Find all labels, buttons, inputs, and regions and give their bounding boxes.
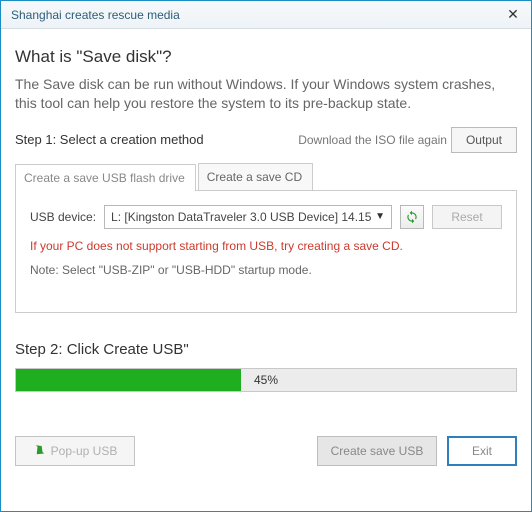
tab-usb[interactable]: Create a save USB flash drive: [15, 164, 196, 191]
content-area: What is "Save disk"? The Save disk can b…: [1, 29, 531, 511]
create-usb-button[interactable]: Create save USB: [317, 436, 437, 466]
progress-bar: 45%: [15, 368, 517, 392]
page-description: The Save disk can be run without Windows…: [15, 75, 517, 113]
usb-device-select[interactable]: L: [Kingston DataTraveler 3.0 USB Device…: [104, 205, 392, 229]
refresh-icon: [405, 210, 419, 224]
page-heading: What is "Save disk"?: [15, 47, 517, 67]
window-title: Shanghai creates rescue media: [11, 8, 501, 22]
step1-row: Step 1: Select a creation method Downloa…: [15, 127, 517, 153]
usb-device-value: L: [Kingston DataTraveler 3.0 USB Device…: [111, 210, 371, 224]
dialog-window: Shanghai creates rescue media ✕ What is …: [0, 0, 532, 512]
step1-label: Step 1: Select a creation method: [15, 132, 298, 147]
tabs: Create a save USB flash drive Create a s…: [15, 163, 517, 191]
progress-percent: 45%: [254, 373, 278, 387]
titlebar: Shanghai creates rescue media ✕: [1, 1, 531, 29]
output-button[interactable]: Output: [451, 127, 517, 153]
device-row: USB device: L: [Kingston DataTraveler 3.…: [30, 205, 502, 229]
step2-label: Step 2: Click Create USB": [15, 341, 517, 358]
close-icon[interactable]: ✕: [501, 5, 525, 25]
usb-warning-text: If your PC does not support starting fro…: [30, 239, 502, 253]
download-iso-link[interactable]: Download the ISO file again: [298, 133, 447, 147]
tab-cd[interactable]: Create a save CD: [198, 163, 313, 190]
button-row: Pop-up USB Create save USB Exit: [15, 436, 517, 466]
refresh-button[interactable]: [400, 205, 424, 229]
exit-button[interactable]: Exit: [447, 436, 517, 466]
chevron-down-icon: ▼: [375, 211, 385, 222]
progress-fill: [16, 369, 241, 391]
popup-usb-label: Pop-up USB: [51, 444, 118, 458]
usb-note-text: Note: Select "USB-ZIP" or "USB-HDD" star…: [30, 263, 502, 277]
reset-button[interactable]: Reset: [432, 205, 502, 229]
usb-tab-panel: USB device: L: [Kingston DataTraveler 3.…: [15, 191, 517, 313]
usb-device-label: USB device:: [30, 210, 96, 224]
eject-icon: [33, 444, 47, 458]
popup-usb-button[interactable]: Pop-up USB: [15, 436, 135, 466]
